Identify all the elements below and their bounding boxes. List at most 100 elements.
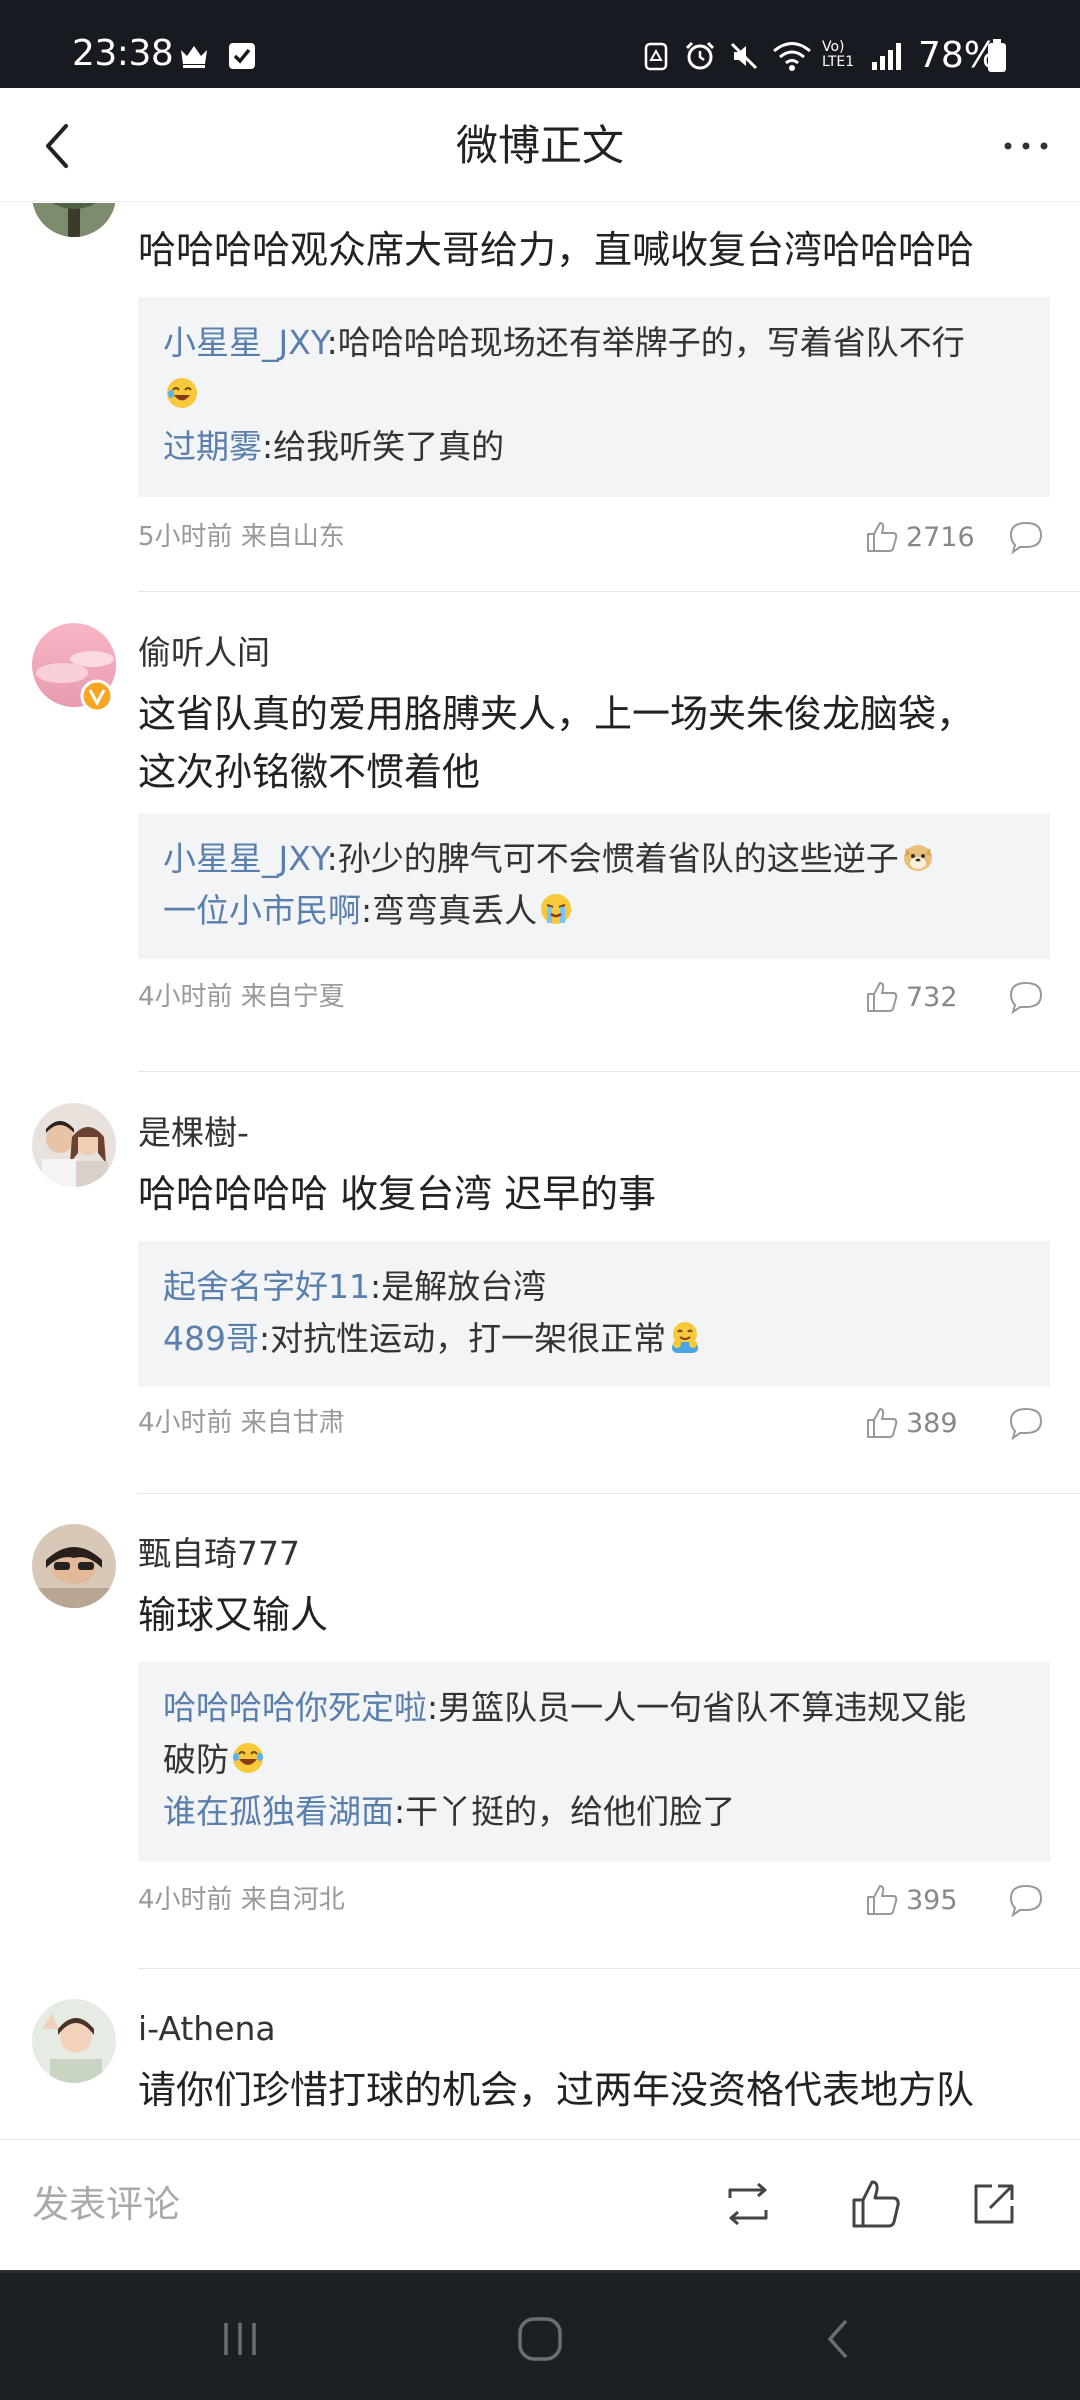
reply-line: 一位小市民啊:弯弯真丢人 [163,885,1026,937]
verified-badge-icon [80,679,114,713]
share-icon[interactable] [966,2176,1022,2232]
reply-line: 起舍名字好11:是解放台湾 [163,1261,1026,1313]
comment-meta: 4小时前 来自宁夏 [138,982,345,1012]
avatar[interactable] [32,1999,116,2083]
comment-bubble-icon[interactable] [1006,1880,1046,1920]
comment-meta: 4小时前 来自甘肃 [138,1408,345,1438]
comment-meta: 4小时前 来自河北 [138,1885,345,1915]
avatar-image [32,1103,116,1187]
more-icon[interactable] [996,116,1056,176]
recent-apps-icon[interactable] [210,2309,270,2369]
doge-emoji [903,845,932,871]
divider [138,1071,1080,1072]
reply-username[interactable]: 489哥 [163,1319,259,1358]
signal-icon [872,43,901,70]
avatar-image [32,1999,116,2083]
reply-text: :干丫挺的，给他们脸了 [394,1792,736,1831]
reply-box[interactable]: 起舍名字好11:是解放台湾 489哥:对抗性运动，打一架很正常 [138,1241,1050,1387]
like-button[interactable]: 389 [864,1403,974,1443]
battery-icon [988,39,1006,72]
status-bar: 23:38 Vo) LTE1 78% [0,0,1080,88]
comment-text-line: 这次孙铭徽不惯着他 [138,750,481,794]
like-icon[interactable] [848,2176,904,2232]
comment-bubble-icon[interactable] [1006,517,1046,557]
comment-username[interactable]: 偷听人间 [138,633,270,673]
comment-bubble-icon[interactable] [1006,977,1046,1017]
home-icon[interactable] [510,2309,570,2369]
bottom-action-bar: 发表评论 [0,2139,1080,2270]
thumbs-up-icon [867,1885,898,1915]
reply-box[interactable]: 小星星_JXY:孙少的脾气可不会惯着省队的这些逆子 一位小市民啊:弯弯真丢人 [138,813,1050,959]
status-time: 23:38 [72,33,174,74]
reply-text: :孙少的脾气可不会惯着省队的这些逆子 [326,839,899,878]
comment-username[interactable]: 甄自琦777 [138,1534,300,1574]
reply-box[interactable]: 哈哈哈哈你死定啦:男篮队员一人一句省队不算违规又能 破防 谁在孤独看湖面:干丫挺… [138,1662,1050,1862]
alarm-icon [685,41,715,70]
comment-item: 哈哈哈哈观众席大哥给力，直喊收复台湾哈哈哈哈 小星星_JXY:哈哈哈哈现场还有举… [0,203,1080,593]
comment-bubble-icon[interactable] [1006,1403,1046,1443]
reply-line: 破防 [163,1734,1026,1786]
reply-username[interactable]: 小星星_JXY [163,323,327,362]
comment-username[interactable]: 是棵樹- [138,1113,249,1153]
comment-item: 是棵樹- 哈哈哈哈哈 收复台湾 迟早的事 起舍名字好11:是解放台湾 489哥:… [0,1073,1080,1494]
reply-text-continued: 破防 [163,1740,229,1779]
comment-input[interactable]: 发表评论 [32,2180,180,2230]
reply-username[interactable]: 起舍名字好11 [163,1267,370,1306]
repost-icon[interactable] [720,2176,776,2232]
checkbox-icon [229,43,255,69]
like-count: 2716 [906,522,975,553]
like-button[interactable]: 395 [864,1880,974,1920]
avatar-image [32,1524,116,1608]
thumbs-up-icon [867,982,898,1012]
reply-box[interactable]: 小星星_JXY:哈哈哈哈现场还有举牌子的，写着省队不行 过期雾:给我听笑了真的 [138,297,1050,497]
wifi-icon [773,42,811,71]
like-count: 395 [906,1885,958,1916]
avatar[interactable] [32,1524,116,1608]
laughing-tears-emoji [233,1743,263,1773]
crying-emoji [541,894,572,924]
like-button[interactable]: 2716 [864,517,975,557]
laughing-emoji [167,378,197,408]
comment-text: 这省队真的爱用胳膊夹人，上一场夹朱俊龙脑袋， 这次孙铭徽不惯着他 [138,685,1038,801]
comment-text: 哈哈哈哈哈 收复台湾 迟早的事 [138,1172,657,1216]
top-navigation-bar: 微博正文 [0,88,1080,202]
like-button[interactable]: 732 [864,977,974,1017]
system-navigation-bar [0,2270,1080,2400]
volte-top-text: Vo) [822,39,845,55]
like-count: 389 [906,1408,958,1439]
reply-username[interactable]: 一位小市民啊 [163,891,361,930]
crown-icon [181,46,207,68]
comment-text: 哈哈哈哈观众席大哥给力，直喊收复台湾哈哈哈哈 [138,228,975,272]
comment-meta: 5小时前 来自山东 [138,522,345,552]
reply-username[interactable]: 谁在孤独看湖面 [163,1792,394,1831]
reply-username[interactable]: 过期雾 [163,427,262,466]
reply-line: 哈哈哈哈你死定啦:男篮队员一人一句省队不算违规又能 [163,1682,1026,1734]
volte-bottom-text: LTE1 [822,54,855,70]
comment-text: 输球又输人 [138,1593,329,1637]
reply-line [163,369,1026,421]
comment-feed[interactable]: 哈哈哈哈观众席大哥给力，直喊收复台湾哈哈哈哈 小星星_JXY:哈哈哈哈现场还有举… [0,203,1080,2139]
reply-username[interactable]: 哈哈哈哈你死定啦 [163,1688,427,1727]
reply-line: 谁在孤独看湖面:干丫挺的，给他们脸了 [163,1786,1026,1838]
divider [138,591,1080,592]
avatar-image [32,203,116,237]
comment-item: i-Athena 请你们珍惜打球的机会，过两年没资格代表地方队 [0,1969,1080,2139]
back-icon[interactable] [810,2309,870,2369]
reply-username[interactable]: 小星星_JXY [163,839,327,878]
avatar[interactable] [32,1103,116,1187]
hug-emoji [672,1322,699,1353]
reply-line: 小星星_JXY:哈哈哈哈现场还有举牌子的，写着省队不行 [163,317,1026,369]
like-count: 732 [906,982,958,1013]
thumbs-up-icon [867,522,898,552]
reply-line: 过期雾:给我听笑了真的 [163,421,1026,473]
thumbs-up-icon [867,1408,898,1438]
page-title: 微博正文 [455,121,624,170]
comment-text: 请你们珍惜打球的机会，过两年没资格代表地方队 [138,2068,975,2112]
avatar[interactable] [32,203,116,237]
reply-text: :是解放台湾 [370,1267,547,1306]
comment-username[interactable]: i-Athena [138,2009,276,2049]
volte-icon: Vo) LTE1 [822,40,862,70]
reply-text: :哈哈哈哈现场还有举牌子的，写着省队不行 [326,323,965,362]
reply-text: :弯弯真丢人 [361,891,538,930]
reply-text: :男篮队员一人一句省队不算违规又能 [427,1688,967,1727]
